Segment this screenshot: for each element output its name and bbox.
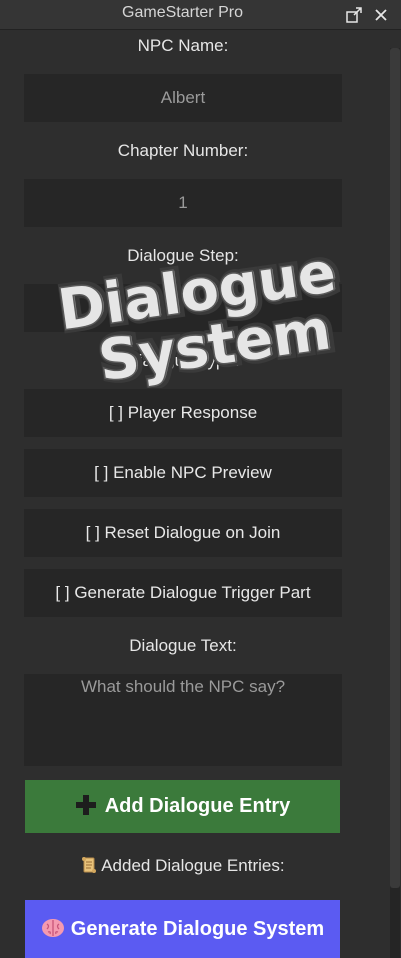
added-entries-heading: Added Dialogue Entries:: [24, 856, 342, 876]
player-response-toggle[interactable]: [ ] Player Response: [24, 389, 342, 437]
window-title: GameStarter Pro: [122, 4, 243, 21]
close-icon[interactable]: [372, 6, 390, 24]
dialogue-step-label: Dialogue Step:: [127, 246, 239, 265]
title-bar: GameStarter Pro: [0, 0, 401, 30]
generate-dialogue-system-button[interactable]: Generate Dialogue System: [25, 900, 340, 958]
generate-dialogue-system-label: Generate Dialogue System: [70, 917, 325, 940]
npc-name-label: NPC Name:: [137, 36, 229, 55]
npc-name-input[interactable]: Albert: [24, 74, 342, 122]
trigger-part-toggle[interactable]: [ ] Generate Dialogue Trigger Part: [24, 569, 342, 617]
chapter-number-input[interactable]: 1: [24, 179, 342, 227]
dock-icon[interactable]: [345, 6, 363, 24]
dialogue-text-label: Dialogue Text:: [129, 636, 237, 655]
scrollbar-thumb[interactable]: [390, 48, 400, 888]
add-dialogue-entry-button[interactable]: Add Dialogue Entry: [25, 780, 340, 833]
dialogue-step-input[interactable]: [24, 284, 342, 332]
add-dialogue-entry-label: Add Dialogue Entry: [104, 795, 291, 817]
dialogue-type-label: Dialogue Type:: [126, 351, 240, 370]
added-entries-label: Added Dialogue Entries:: [101, 856, 285, 875]
plus-icon: [75, 793, 97, 821]
dialogue-text-input[interactable]: What should the NPC say?: [24, 674, 342, 766]
chapter-number-label: Chapter Number:: [117, 141, 249, 160]
reset-dialogue-toggle[interactable]: [ ] Reset Dialogue on Join: [24, 509, 342, 557]
enable-npc-preview-toggle[interactable]: [ ] Enable NPC Preview: [24, 449, 342, 497]
brain-icon: [41, 917, 65, 941]
scroll-icon: [81, 856, 101, 875]
